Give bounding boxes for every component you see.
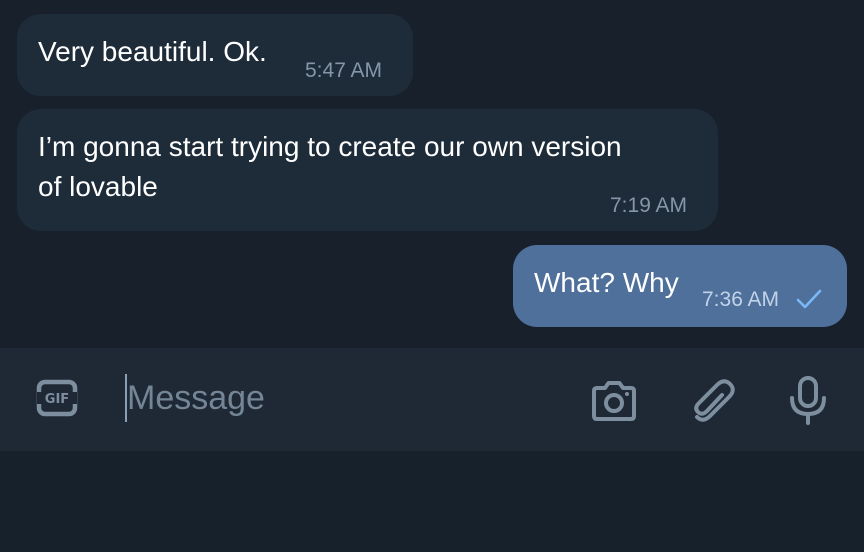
message-input[interactable] [127, 375, 557, 421]
keyboard-area-placeholder [0, 451, 864, 552]
camera-icon[interactable] [588, 377, 640, 425]
message-text: Very beautiful. Ok. [38, 36, 267, 67]
single-check-icon [796, 289, 822, 309]
gif-icon[interactable]: GIF [36, 378, 78, 418]
attach-icon[interactable] [690, 377, 736, 427]
message-bubble-outgoing[interactable]: What? Why 7:36 AM [513, 245, 847, 327]
chat-history: Very beautiful. Ok. 5:47 AM I’m gonna st… [0, 0, 864, 348]
message-text: What? Why [534, 267, 679, 298]
message-timestamp: 5:47 AM [305, 59, 383, 82]
message-composer: GIF [0, 348, 864, 451]
mic-icon[interactable] [786, 375, 830, 427]
message-timestamp: 7:19 AM [610, 194, 688, 217]
message-text-line: I’m gonna start trying to create our own… [38, 131, 622, 162]
message-timestamp: 7:36 AM [702, 288, 780, 311]
svg-text:GIF: GIF [45, 392, 69, 407]
message-bubble-incoming[interactable]: I’m gonna start trying to create our own… [17, 109, 718, 231]
message-text-line: of lovable [38, 171, 158, 202]
message-bubble-incoming[interactable]: Very beautiful. Ok. 5:47 AM [17, 14, 413, 96]
